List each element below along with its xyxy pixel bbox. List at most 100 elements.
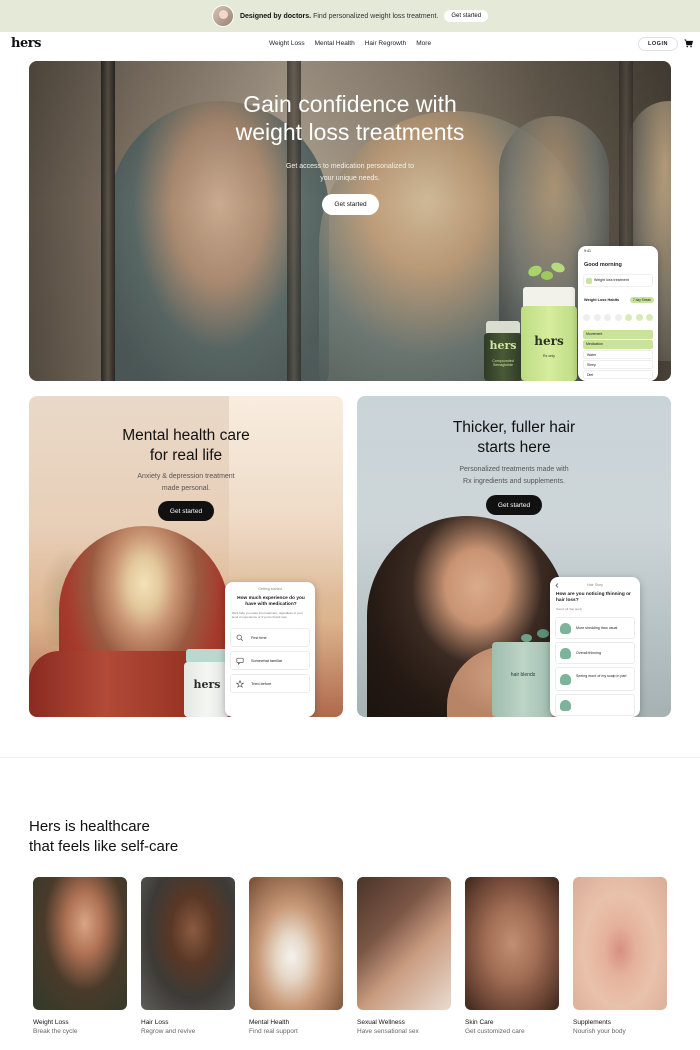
day-selector [583,314,653,322]
phone-note: Select all that apply [556,607,583,611]
option-row[interactable]: First time [230,628,310,647]
phone-header: Getting started [258,587,282,591]
habit-row[interactable]: Movement [583,330,653,339]
hero-banner: Gain confidence with weight loss treatme… [29,61,671,381]
option-label: Somewhat familiar [251,659,283,663]
option-row[interactable]: Seeing more of my scalp in part [555,667,635,691]
hero-subtitle: Get access to medication personalized to… [250,161,450,185]
promo-bold-text: Designed by doctors. [239,12,312,20]
treatment-card-text: Weight loss treatment [594,278,629,282]
hers-bottle: hers Rx only [521,306,577,381]
habit-row[interactable]: Water [583,350,653,359]
section-title-line2: that feels like self-care [29,838,179,855]
option-row[interactable]: Somewhat familiar [230,651,310,670]
nav-weight-loss[interactable]: Weight Loss [269,40,305,47]
nav-mental-health[interactable]: Mental Health [315,40,355,47]
bottle-brand-label: hair blends [510,672,536,678]
category-hair-loss[interactable]: Hair Loss Regrow and revive [141,877,235,1035]
habit-row-label: Movement [586,332,603,336]
search-icon [236,634,244,642]
habit-row-label: Water [587,353,597,357]
category-desc: Nourish your body [573,1028,626,1035]
chat-icon [236,657,244,665]
category-photo [573,877,667,1010]
hair-icon [560,623,571,634]
hero-subtitle-line2: your unique needs. [320,175,380,182]
option-row[interactable]: More shedding than usual [555,617,635,639]
nav-more[interactable]: More [416,40,431,47]
mental-health-subtitle: Anxiety & depression treatment made pers… [86,471,286,495]
hair-title-line1: Thicker, fuller hair [452,419,576,436]
hair-subtitle-line2: Rx ingredients and supplements. [463,478,565,485]
nav-hair-regrowth[interactable]: Hair Regrowth [365,40,407,47]
hair-subtitle-line1: Personalized treatments made with [459,466,569,473]
mental-health-title-line2: for real life [149,447,223,464]
category-supplements[interactable]: Supplements Nourish your body [573,877,667,1035]
hair-title: Thicker, fuller hair starts here [357,418,671,458]
category-name: Skin Care [465,1019,494,1026]
phone-question: How much experience do you have with med… [237,596,305,607]
category-name: Mental Health [249,1019,290,1026]
category-mental-health[interactable]: Mental Health Find real support [249,877,343,1035]
phone-time: 9:41 [584,249,591,253]
category-desc: Break the cycle [33,1028,78,1035]
hero-title-line1: Gain confidence with [243,91,457,117]
bottle-caption: Compounded Semaglutide [492,359,514,367]
category-photo [465,877,559,1010]
section-title-line1: Hers is healthcare [29,818,150,835]
habit-row[interactable]: Sleep [583,360,653,369]
semaglutide-bottle: hers Compounded Semaglutide [484,333,522,381]
mental-health-bottle: hers [184,662,230,717]
category-name: Supplements [573,1019,611,1026]
option-label: Overall thinning [576,651,601,655]
bottle-cap [186,649,228,663]
hair-blends-bottle: hair blends [492,642,554,717]
mental-health-title-line1: Mental health care [122,427,250,444]
category-weight-loss[interactable]: Weight Loss Break the cycle [33,877,127,1035]
category-desc: Have sensational sex [357,1028,419,1035]
login-button[interactable]: LOGIN [638,37,678,51]
habit-row-label: Medication [586,342,603,346]
category-photo [33,877,127,1010]
mental-health-subtitle-line1: Anxiety & depression treatment [137,473,235,480]
category-desc: Get customized care [465,1028,525,1035]
category-sexual-wellness[interactable]: Sexual Wellness Have sensational sex [357,877,451,1035]
weight-loss-app-phone: 9:41 Good morning Weight loss treatment … [578,246,658,381]
bottle-brand-label: hers [534,334,564,348]
mental-health-card[interactable]: Mental health care for real life Anxiety… [29,396,343,717]
cart-icon[interactable] [684,39,693,48]
category-skin-care[interactable]: Skin Care Get customized care [465,877,559,1035]
option-row[interactable]: Tried before [230,674,310,693]
promo-description: Find personalized weight loss treatment. [311,12,439,20]
section-title: Hers is healthcare that feels like self-… [29,817,178,857]
hair-title-line2: starts here [477,439,551,456]
promo-get-started-button[interactable]: Get started [444,10,489,22]
hair-icon [560,648,571,659]
option-row[interactable]: Overall thinning [555,642,635,664]
option-row[interactable] [555,694,635,716]
category-photo [357,877,451,1010]
option-label: More shedding than usual [576,626,618,630]
hero-title: Gain confidence with weight loss treatme… [29,90,671,146]
hair-card[interactable]: Thicker, fuller hair starts here Persona… [357,396,671,717]
hero-get-started-button[interactable]: Get started [322,194,379,215]
mental-health-get-started-button[interactable]: Get started [158,501,214,521]
hair-icon [560,700,571,711]
habit-row[interactable]: Diet [583,370,653,379]
phone-header: Hair Story [587,583,603,587]
site-header: hers Weight Loss Mental Health Hair Regr… [0,32,700,57]
option-label: Tried before [251,682,272,686]
section-divider [0,757,700,758]
hair-get-started-button[interactable]: Get started [486,495,542,515]
hair-app-phone: Hair Story How are you noticing thinning… [550,577,640,717]
main-nav: Weight Loss Mental Health Hair Regrowth … [0,40,700,47]
star-icon [236,680,244,688]
category-photo [141,877,235,1010]
mental-health-app-phone: Getting started How much experience do y… [225,582,315,717]
gummy-icon [521,634,532,642]
phone-greeting: Good morning [584,262,622,268]
habit-row[interactable]: Medication [583,340,653,349]
pill-icon [586,278,592,284]
bottle-caption: Rx only [543,354,555,358]
streak-badge: 7 day Streak [630,297,654,303]
